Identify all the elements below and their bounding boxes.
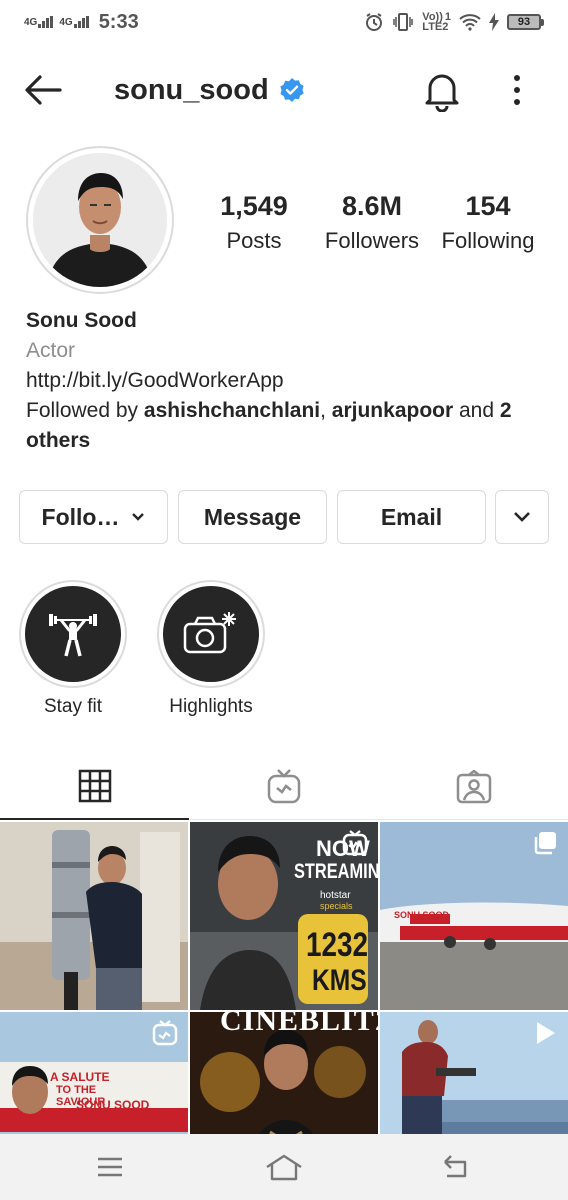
network-indicator-2: 4G	[59, 16, 89, 28]
highlight-label: Highlights	[169, 696, 253, 717]
network-indicator-1: 4G	[24, 16, 54, 28]
following-count: 154	[465, 191, 511, 221]
email-button-label: Email	[380, 503, 443, 530]
highlight-label: Stay fit	[43, 696, 103, 717]
verified-badge-icon	[280, 78, 304, 102]
full-name: Sonu Sood	[26, 309, 137, 332]
suggested-accounts-button[interactable]	[495, 490, 549, 544]
back-arrow-icon	[444, 1155, 467, 1178]
email-button[interactable]: Email	[337, 490, 486, 544]
profile-username: sonu_sood	[114, 73, 269, 106]
home-button[interactable]	[254, 1144, 314, 1190]
camera-icon	[183, 612, 236, 654]
clock: 5:33	[98, 10, 139, 33]
followed-by-and: and	[453, 399, 500, 422]
back-button[interactable]	[426, 1144, 486, 1190]
followed-by-prefix: Followed by	[26, 399, 144, 422]
profile-bio: Sonu Sood Actor http://bit.ly/GoodWorker…	[26, 306, 546, 456]
message-button[interactable]: Message	[178, 490, 327, 544]
following-button[interactable]: Follo…	[19, 490, 168, 544]
followers-stat[interactable]: 8.6M Followers	[318, 190, 426, 254]
post-thumbnail[interactable]: SONU SOOD	[380, 822, 568, 1010]
post-caption-unit: KMS	[312, 964, 367, 997]
home-icon	[266, 1154, 302, 1181]
charging-icon	[489, 13, 499, 31]
vibrate-icon	[393, 13, 414, 31]
more-options-icon[interactable]	[504, 70, 530, 110]
post-thumbnail[interactable]: A SALUTE TO THE SAVIOUR SONU SOOD	[0, 1012, 188, 1134]
wifi-icon	[459, 14, 481, 31]
post-caption-sub: specials	[320, 901, 353, 911]
post-thumbnail[interactable]: NOW STREAMING hotstar specials 1232 KMS	[190, 822, 378, 1010]
igtv-icon	[342, 830, 368, 856]
highlight-stay-fit[interactable]: Stay fit	[18, 580, 128, 718]
post-caption-line4: SONU SOOD	[76, 1098, 150, 1112]
profile-avatar[interactable]	[26, 146, 174, 294]
tab-igtv[interactable]	[189, 754, 378, 820]
following-button-label: Follo…	[41, 503, 120, 530]
chevron-down-icon	[132, 513, 145, 521]
followers-count: 8.6M	[341, 191, 403, 221]
post-thumbnail[interactable]	[380, 1012, 568, 1134]
followed-by-separator: ,	[320, 399, 332, 422]
post-caption-line2: TO THE	[56, 1084, 97, 1096]
post-caption-streaming: STREAMING	[294, 860, 378, 883]
tagged-icon	[456, 770, 491, 804]
chevron-down-icon	[514, 512, 530, 522]
posts-grid: NOW STREAMING hotstar specials 1232 KMS …	[0, 822, 568, 1134]
profile-tabs	[0, 754, 568, 820]
alarm-icon	[366, 13, 383, 31]
posts-stat[interactable]: 1,549 Posts	[200, 190, 308, 254]
post-thumbnail[interactable]	[0, 822, 188, 1010]
igtv-icon	[267, 769, 300, 804]
back-icon[interactable]	[20, 70, 66, 110]
mutual-follower-2: arjunkapoor	[331, 399, 454, 422]
tab-posts-grid[interactable]	[0, 754, 189, 820]
network-label: 4G	[59, 17, 73, 28]
system-navigation-bar	[0, 1134, 568, 1200]
tab-tagged[interactable]	[379, 754, 568, 820]
grid-icon	[78, 769, 111, 803]
carousel-icon	[534, 832, 556, 855]
post-thumbnail[interactable]: CINEBLITZ	[190, 1012, 378, 1134]
following-stat[interactable]: 154 Following	[436, 190, 540, 254]
posts-count: 1,549	[220, 191, 288, 221]
post-caption-brand: hotstar	[320, 890, 351, 901]
followed-by-text[interactable]: Followed by ashishchanchlani, arjunkapoo…	[26, 396, 546, 456]
bio-link[interactable]: http://bit.ly/GoodWorkerApp	[26, 366, 546, 396]
signal-icon	[38, 16, 54, 28]
profile-header: sonu_sood	[0, 60, 568, 118]
signal-icon	[73, 16, 89, 28]
followers-label: Followers	[324, 228, 420, 253]
video-play-icon	[537, 1022, 555, 1044]
profile-stats: 1,549 Posts 8.6M Followers 154 Following	[200, 190, 560, 260]
post-caption-masthead: CINEBLITZ	[220, 1012, 378, 1037]
battery-icon: 93	[507, 14, 544, 30]
post-caption-line1: A SALUTE	[50, 1070, 110, 1084]
highlight-highlights[interactable]: Highlights	[146, 580, 276, 718]
posts-label: Posts	[226, 228, 282, 253]
battery-level: 93	[517, 16, 531, 28]
lte-label: LTE2	[422, 21, 449, 33]
network-label: 4G	[24, 17, 38, 28]
post-caption-num: 1232	[306, 926, 369, 964]
category-label: Actor	[26, 339, 76, 362]
post-caption-name: SONU SOOD	[394, 910, 450, 920]
menu-icon	[98, 1157, 122, 1177]
recent-apps-button[interactable]	[80, 1144, 140, 1190]
weightlifter-icon	[49, 614, 97, 657]
status-bar: 4G 4G 5:33 Vo)) 1 LTE2 93	[0, 0, 568, 44]
message-button-label: Message	[203, 503, 302, 530]
igtv-icon	[152, 1020, 178, 1046]
mutual-follower-1: ashishchanchlani	[143, 399, 321, 422]
avatar-photo	[33, 153, 167, 287]
notification-bell-icon[interactable]	[422, 68, 462, 112]
following-label: Following	[441, 228, 535, 253]
